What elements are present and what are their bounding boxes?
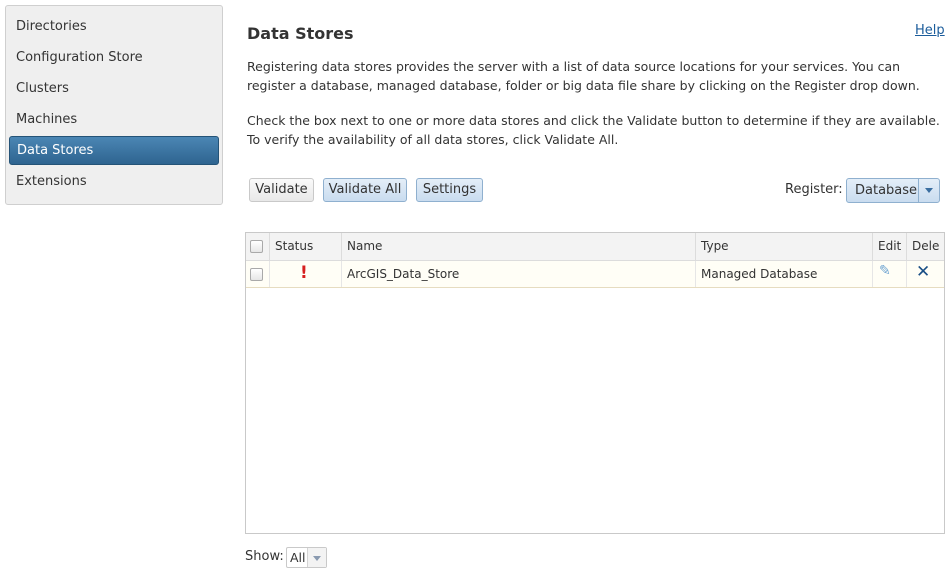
- header-type[interactable]: Type: [696, 233, 873, 260]
- chevron-down-icon[interactable]: [918, 179, 939, 202]
- sidebar-item-clusters[interactable]: Clusters: [9, 74, 219, 103]
- show-filter-value: All: [290, 550, 306, 565]
- sidebar-nav: Directories Configuration Store Clusters…: [5, 5, 223, 205]
- register-dropdown[interactable]: Database: [846, 178, 940, 203]
- sidebar-item-directories[interactable]: Directories: [9, 12, 219, 41]
- row-checkbox[interactable]: [250, 268, 263, 281]
- intro-text: Registering data stores provides the ser…: [247, 59, 920, 93]
- error-status-icon: !: [300, 263, 308, 283]
- show-label: Show:: [245, 549, 284, 564]
- row-type: Managed Database: [696, 261, 873, 287]
- sidebar-item-data-stores[interactable]: Data Stores: [9, 136, 219, 165]
- help-link[interactable]: Help: [915, 23, 945, 38]
- header-delete: Dele: [912, 239, 940, 253]
- validate-button[interactable]: Validate: [249, 178, 314, 202]
- settings-button[interactable]: Settings: [416, 178, 483, 202]
- header-status[interactable]: Status: [270, 233, 342, 260]
- register-dropdown-value: Database: [855, 183, 918, 198]
- header-edit: Edit: [873, 233, 907, 260]
- row-name: ArcGIS_Data_Store: [342, 261, 696, 287]
- sidebar-item-configuration-store[interactable]: Configuration Store: [9, 43, 219, 72]
- instructions-text: Check the box next to one or more data s…: [247, 113, 940, 147]
- show-filter-dropdown[interactable]: All: [286, 547, 327, 568]
- grid-header: Status Name Type Edit Dele: [246, 233, 944, 261]
- header-select-cell: [246, 233, 270, 260]
- data-stores-grid: Status Name Type Edit Dele ! ArcGIS_Data…: [245, 232, 945, 534]
- register-label: Register:: [785, 182, 843, 197]
- select-all-checkbox[interactable]: [250, 240, 263, 253]
- pencil-icon[interactable]: ✎: [879, 263, 891, 279]
- row-select-cell: [246, 261, 270, 287]
- page-title: Data Stores: [247, 24, 354, 43]
- sidebar-item-extensions[interactable]: Extensions: [9, 167, 219, 196]
- sidebar-item-machines[interactable]: Machines: [9, 105, 219, 134]
- table-row[interactable]: ! ArcGIS_Data_Store Managed Database ✎ ✕: [246, 261, 944, 288]
- close-icon[interactable]: ✕: [916, 262, 930, 282]
- validate-all-button[interactable]: Validate All: [323, 178, 407, 202]
- header-name[interactable]: Name: [342, 233, 696, 260]
- chevron-down-icon[interactable]: [307, 548, 326, 567]
